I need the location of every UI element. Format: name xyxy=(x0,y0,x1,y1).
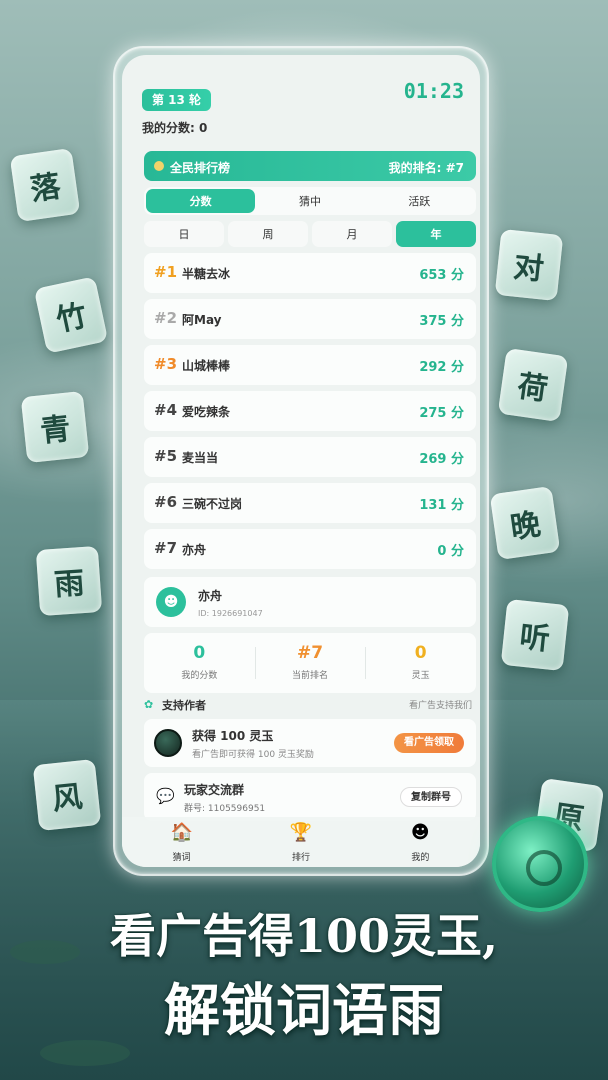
period-day[interactable]: 日 xyxy=(144,221,224,247)
nav-label: 我的 xyxy=(411,853,430,863)
player-name: 爱吃辣条 xyxy=(182,405,231,419)
leaderboard-row[interactable]: #4 爱吃辣条 275 分 xyxy=(144,391,476,431)
nav-label: 猜词 xyxy=(172,853,191,863)
jade-icon xyxy=(154,729,182,757)
char-tile: 雨 xyxy=(35,545,103,617)
my-score-label: 我的分数: 0 xyxy=(142,121,208,135)
nav-item-mine[interactable]: ☻ 我的 xyxy=(361,817,480,867)
char-tile: 风 xyxy=(32,758,102,832)
promo-headline-line2: 解锁词语雨 xyxy=(164,978,444,1044)
support-title: 支持作者 xyxy=(162,699,206,712)
player-name: 半糖去冰 xyxy=(182,267,231,281)
ad-reward-card: 获得 100 灵玉 看广告即可获得 100 灵玉奖励 看广告领取 xyxy=(144,719,476,767)
handshake-icon: ✿ xyxy=(144,698,154,711)
countdown-timer: 01:23 xyxy=(403,79,464,103)
char-tile: 对 xyxy=(494,228,564,302)
coin-icon xyxy=(154,161,164,171)
period-filter: 日 周 月 年 xyxy=(144,221,476,247)
period-year[interactable]: 年 xyxy=(396,221,476,247)
copy-group-number-button[interactable]: 复制群号 xyxy=(400,787,462,807)
stat-value: 0 xyxy=(414,643,427,663)
tab-guessed[interactable]: 猜中 xyxy=(255,189,364,213)
stat-label: 灵玉 xyxy=(411,671,430,681)
player-score: 0 分 xyxy=(437,544,464,559)
group-number: 群号: 1105596951 xyxy=(184,804,266,814)
player-name: 亦舟 xyxy=(182,543,207,557)
player-name: 山城棒棒 xyxy=(182,359,231,373)
watch-ad-button[interactable]: 看广告领取 xyxy=(394,733,464,753)
player-score: 375 分 xyxy=(419,314,464,329)
ad-reward-desc: 看广告即可获得 100 灵玉奖励 xyxy=(192,750,314,760)
char-tile: 青 xyxy=(20,390,90,464)
stat-my-score: 0 我的分数 xyxy=(144,633,255,693)
period-week[interactable]: 周 xyxy=(228,221,308,247)
bottom-nav: 🏠 猜词 🏆 排行 ☻ 我的 xyxy=(122,817,480,867)
avatar-icon: ☻ xyxy=(156,587,186,617)
stat-value: 0 xyxy=(193,643,206,663)
rank-number: #6 xyxy=(154,493,178,511)
player-name: 三碗不过岗 xyxy=(182,497,243,511)
leaderboard-row[interactable]: #3 山城棒棒 292 分 xyxy=(144,345,476,385)
profile-card[interactable]: ☻ 亦舟 ID: 1926691047 xyxy=(144,577,476,627)
leaderboard-title: 全民排行榜 xyxy=(170,161,231,175)
player-score: 653 分 xyxy=(419,268,464,283)
group-title: 玩家交流群 xyxy=(184,783,245,797)
nav-item-guess[interactable]: 🏠 猜词 xyxy=(122,817,241,867)
rank-number: #5 xyxy=(154,447,178,465)
rank-number: #4 xyxy=(154,401,178,419)
leaderboard-list: #1 半糖去冰 653 分 #2 阿May 375 分 #3 山城棒棒 292 … xyxy=(144,253,476,575)
stat-value: #7 xyxy=(296,643,324,663)
my-rank-label: 我的排名: #7 xyxy=(388,161,464,175)
phone-frame: 第 13 轮 01:23 我的分数: 0 全民排行榜 我的排名: #7 分数 猜… xyxy=(113,46,489,876)
tab-score[interactable]: 分数 xyxy=(146,189,256,213)
rank-number: #2 xyxy=(154,309,178,327)
trophy-icon: 🏆 xyxy=(289,822,313,843)
char-tile: 听 xyxy=(500,598,570,672)
app-screen: 第 13 轮 01:23 我的分数: 0 全民排行榜 我的排名: #7 分数 猜… xyxy=(122,55,480,867)
nav-label: 排行 xyxy=(291,853,310,863)
stat-current-rank: #7 当前排名 xyxy=(254,633,366,693)
support-section-header: ✿ 支持作者 看广告支持我们 xyxy=(144,697,476,713)
promo-headline-line1: 看广告得100灵玉, xyxy=(109,909,499,963)
profile-name: 亦舟 xyxy=(198,589,223,603)
leaderboard-row[interactable]: #2 阿May 375 分 xyxy=(144,299,476,339)
leaderboard-row[interactable]: #6 三碗不过岗 131 分 xyxy=(144,483,476,523)
player-score: 131 分 xyxy=(419,498,464,513)
leaderboard-row[interactable]: #5 麦当当 269 分 xyxy=(144,437,476,477)
stat-label: 我的分数 xyxy=(181,671,218,681)
profile-stats: 0 我的分数 #7 当前排名 0 灵玉 xyxy=(144,633,476,693)
nav-item-rank[interactable]: 🏆 排行 xyxy=(241,817,360,867)
tab-active[interactable]: 活跃 xyxy=(365,189,474,213)
player-name: 麦当当 xyxy=(182,451,219,465)
support-hint: 看广告支持我们 xyxy=(408,701,472,711)
jade-coin-icon xyxy=(492,816,588,912)
stat-label: 当前排名 xyxy=(292,671,329,681)
rank-number: #3 xyxy=(154,355,178,373)
leaderboard-tabs: 分数 猜中 活跃 xyxy=(144,187,476,215)
player-group-card: 💬 玩家交流群 群号: 1105596951 复制群号 xyxy=(144,773,476,821)
leaderboard-row[interactable]: #1 半糖去冰 653 分 xyxy=(144,253,476,293)
leaderboard-row[interactable]: #7 亦舟 0 分 xyxy=(144,529,476,569)
player-score: 269 分 xyxy=(419,452,464,467)
round-badge: 第 13 轮 xyxy=(142,89,212,111)
char-tile: 落 xyxy=(9,148,81,222)
char-tile: 竹 xyxy=(33,276,109,354)
avatar-icon: ☻ xyxy=(410,822,430,843)
period-month[interactable]: 月 xyxy=(312,221,392,247)
player-name: 阿May xyxy=(182,313,222,327)
leaderboard-header: 全民排行榜 我的排名: #7 xyxy=(144,151,476,181)
house-icon: 🏠 xyxy=(170,822,193,843)
char-tile: 晚 xyxy=(489,486,561,560)
profile-id: ID: 1926691047 xyxy=(198,609,263,618)
player-score: 275 分 xyxy=(419,406,464,421)
chat-bubble-icon: 💬 xyxy=(156,787,175,805)
stat-jade: 0 灵玉 xyxy=(365,633,476,693)
ad-reward-title: 获得 100 灵玉 xyxy=(192,729,274,743)
char-tile: 荷 xyxy=(497,348,569,422)
player-score: 292 分 xyxy=(419,360,464,375)
rank-number: #7 xyxy=(154,539,178,557)
rank-number: #1 xyxy=(154,263,178,281)
